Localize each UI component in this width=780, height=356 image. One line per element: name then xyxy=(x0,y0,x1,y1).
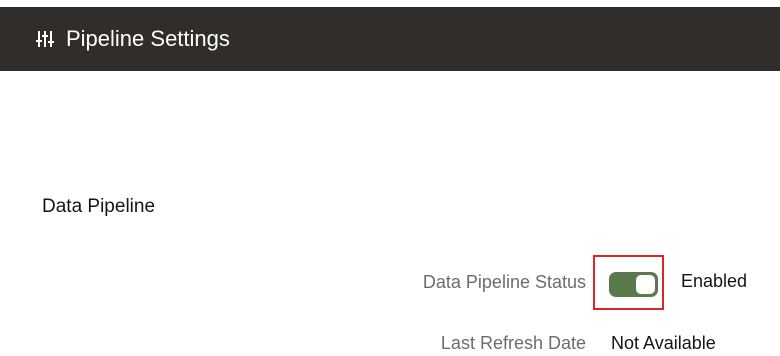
pipeline-settings-page: Pipeline Settings Data Pipeline Data Pip… xyxy=(0,0,780,356)
page-title: Pipeline Settings xyxy=(66,26,230,51)
sliders-icon xyxy=(36,31,54,47)
toggle-knob xyxy=(636,275,655,294)
last-refresh-value: Not Available xyxy=(611,333,716,353)
page-header: Pipeline Settings xyxy=(0,7,780,71)
pipeline-status-toggle[interactable] xyxy=(609,272,658,297)
section-title: Data Pipeline xyxy=(42,196,156,217)
pipeline-status-label: Data Pipeline Status xyxy=(422,272,586,292)
pipeline-status-value: Enabled xyxy=(681,271,748,291)
last-refresh-label: Last Refresh Date xyxy=(440,333,586,353)
